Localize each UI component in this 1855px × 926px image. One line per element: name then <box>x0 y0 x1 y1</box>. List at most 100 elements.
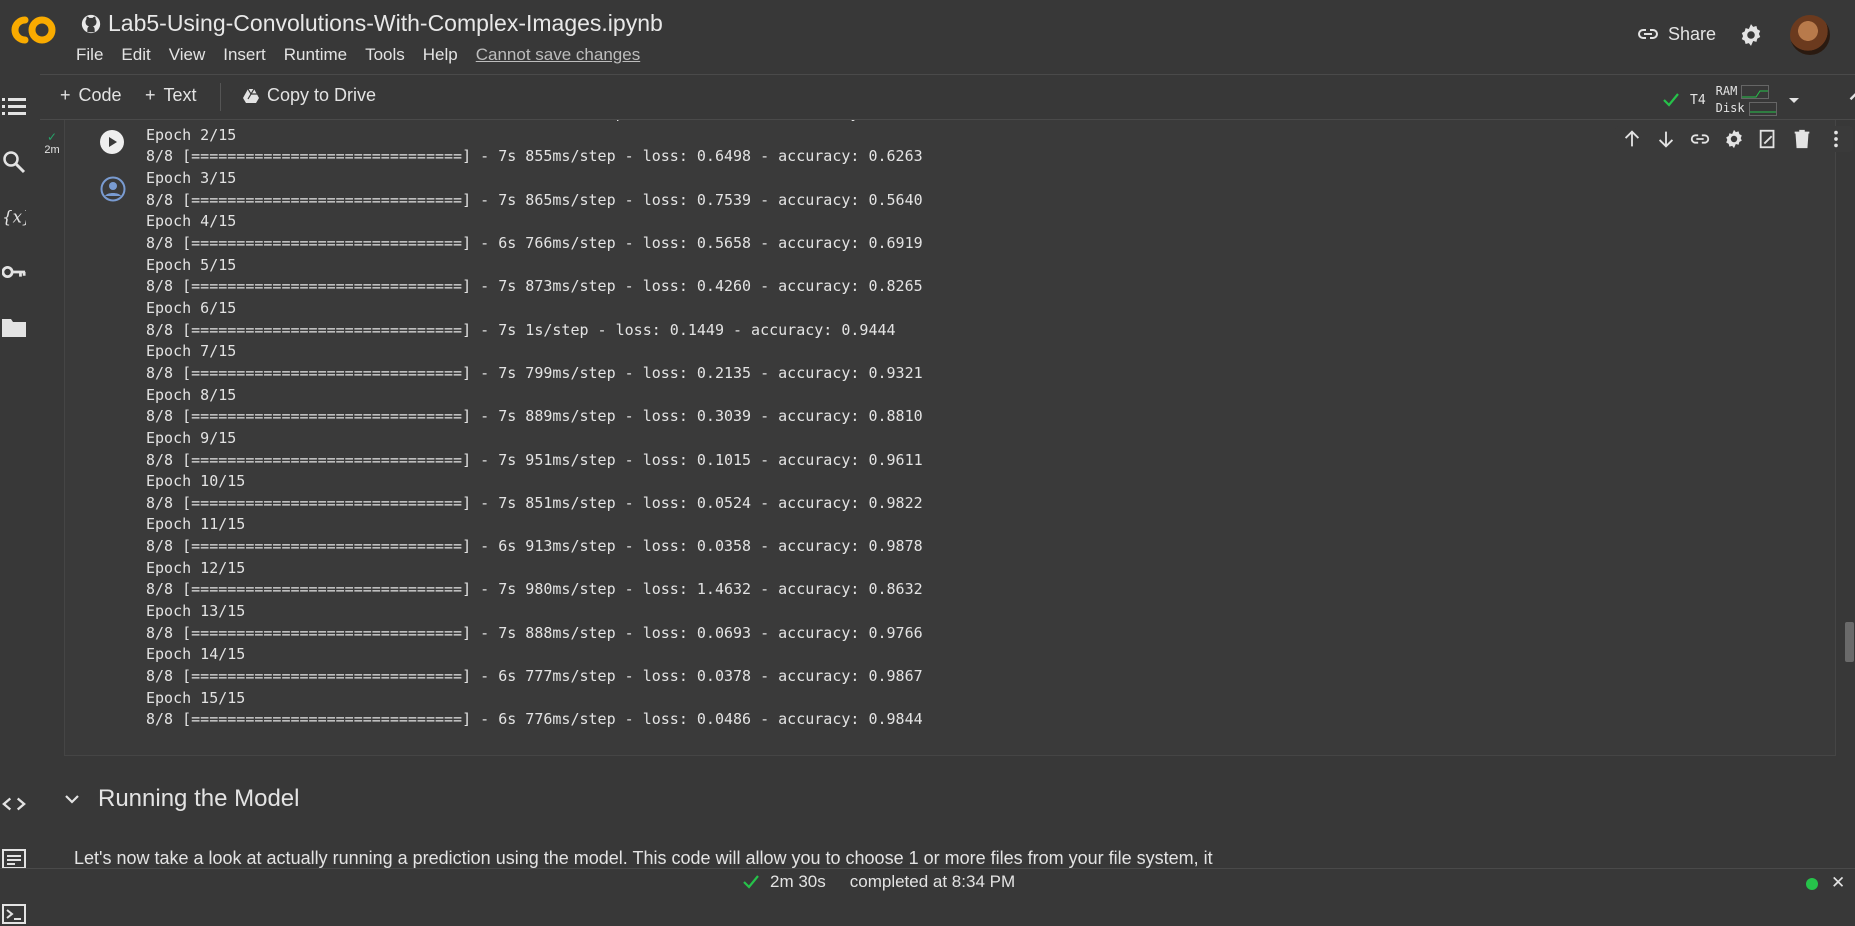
copy-to-drive-label: Copy to Drive <box>267 85 377 105</box>
output-line: Epoch 4/15 <box>146 212 237 231</box>
check-icon: ✓ <box>46 130 58 144</box>
output-line: Epoch 7/15 <box>146 342 237 361</box>
section-intro-text: Let's now take a look at actually runnin… <box>74 848 1213 868</box>
output-line: 8/8 [==============================] - 7… <box>146 623 923 642</box>
user-icon <box>100 176 126 202</box>
output-line: 8/8 [==============================] - 7… <box>146 320 896 339</box>
output-line: Epoch 13/15 <box>146 602 246 621</box>
key-icon[interactable] <box>2 260 26 284</box>
plus-icon: + <box>60 85 71 105</box>
run-cell-button[interactable] <box>100 130 124 154</box>
settings-gear-icon[interactable] <box>1738 22 1764 48</box>
scrollbar-thumb[interactable] <box>1845 622 1854 662</box>
output-line: 8/8 [==============================] - 7… <box>146 190 923 209</box>
output-line: 8/8 [==============================] - 2… <box>146 120 932 125</box>
status-bar: 2m 30s completed at 8:34 PM ✕ <box>0 868 1855 895</box>
more-vert-icon[interactable] <box>1825 128 1847 150</box>
add-code-label: Code <box>78 85 122 105</box>
github-icon <box>80 13 102 35</box>
notebook-title[interactable]: Lab5-Using-Convolutions-With-Complex-Ima… <box>80 10 663 37</box>
output-line: 8/8 [==============================] - 7… <box>146 277 923 296</box>
ram-meter <box>1741 84 1770 99</box>
drive-icon <box>243 88 259 103</box>
execution-status: ✓ 2m <box>40 130 64 156</box>
close-icon[interactable]: ✕ <box>1831 873 1845 893</box>
execution-summary[interactable]: 2m 30s completed at 8:34 PM <box>742 872 1015 892</box>
menu-help[interactable]: Help <box>423 45 458 65</box>
output-line: Epoch 3/15 <box>146 168 237 187</box>
copy-to-drive-button[interactable]: Copy to Drive <box>243 85 376 106</box>
menu-runtime[interactable]: Runtime <box>284 45 347 65</box>
output-line: 8/8 [==============================] - 7… <box>146 493 923 512</box>
output-line: 8/8 [==============================] - 7… <box>146 450 923 469</box>
chevron-up-icon[interactable] <box>1844 83 1855 109</box>
output-line: Epoch 5/15 <box>146 255 237 274</box>
check-icon <box>742 874 760 890</box>
plus-icon: + <box>145 85 156 105</box>
output-line: Epoch 9/15 <box>146 428 237 447</box>
output-line: Epoch 2/15 <box>146 125 237 144</box>
colab-logo[interactable] <box>6 12 60 48</box>
add-code-button[interactable]: + Code <box>60 85 122 106</box>
toolbar-divider <box>220 83 221 111</box>
cell-toolbar <box>1615 126 1853 152</box>
section-header[interactable]: Running the Model <box>64 785 299 813</box>
chevron-down-icon[interactable] <box>64 793 80 805</box>
cell-output: 8/8 [==============================] - 2… <box>146 120 932 731</box>
link-icon[interactable] <box>1689 128 1711 150</box>
runtime-status[interactable]: T4 RAM Disk <box>1662 83 1801 117</box>
variables-icon[interactable]: {x} <box>2 205 26 229</box>
output-line: 8/8 [==============================] - 7… <box>146 580 923 599</box>
toc-icon[interactable] <box>2 95 26 119</box>
connection-status-dot <box>1806 878 1818 890</box>
runtime-type: T4 <box>1690 92 1706 108</box>
link-icon <box>1636 22 1660 46</box>
disk-label: Disk <box>1715 101 1745 115</box>
notebook-title-text: Lab5-Using-Convolutions-With-Complex-Ima… <box>108 10 663 36</box>
left-sidebar: {x} <box>0 74 28 924</box>
menu-tools[interactable]: Tools <box>365 45 405 65</box>
output-line: 8/8 [==============================] - 7… <box>146 363 923 382</box>
menu-insert[interactable]: Insert <box>223 45 266 65</box>
gear-icon[interactable] <box>1723 128 1745 150</box>
completed-time: completed at 8:34 PM <box>849 872 1016 891</box>
output-line: 8/8 [==============================] - 7… <box>146 147 923 166</box>
menu-view[interactable]: View <box>169 45 206 65</box>
menu-file[interactable]: File <box>76 45 103 65</box>
output-line: Epoch 15/15 <box>146 688 246 707</box>
output-line: 8/8 [==============================] - 7… <box>146 407 923 426</box>
output-line: 8/8 [==============================] - 6… <box>146 667 923 686</box>
output-line: Epoch 6/15 <box>146 298 237 317</box>
search-icon[interactable] <box>2 150 26 174</box>
output-line: Epoch 10/15 <box>146 472 246 491</box>
resource-meters: RAM Disk <box>1716 83 1777 117</box>
delete-icon[interactable] <box>1791 128 1813 150</box>
arrow-down-icon[interactable] <box>1655 128 1677 150</box>
play-icon <box>109 137 117 147</box>
chevron-down-icon[interactable] <box>1787 95 1801 105</box>
disk-meter <box>1748 101 1777 116</box>
share-label: Share <box>1668 23 1717 44</box>
save-status-link[interactable]: Cannot save changes <box>476 45 640 65</box>
code-snippets-icon[interactable] <box>2 792 26 816</box>
output-line: Epoch 11/15 <box>146 515 246 534</box>
terminal-icon[interactable] <box>2 902 26 926</box>
notebook-area: ✓ 2m 8/8 [==============================… <box>40 120 1855 868</box>
add-text-label: Text <box>163 85 197 105</box>
folder-icon[interactable] <box>2 315 26 339</box>
execution-time: 2m <box>44 144 60 156</box>
notebook-toolbar: + Code + Text Copy to Drive T4 RAM Disk <box>40 74 1855 120</box>
share-button[interactable]: Share <box>1636 22 1716 46</box>
add-text-button[interactable]: + Text <box>145 85 197 106</box>
menu-bar: File Edit View Insert Runtime Tools Help… <box>76 45 640 65</box>
check-icon <box>1662 92 1680 108</box>
avatar[interactable] <box>1790 15 1830 55</box>
svg-text:{x}: {x} <box>2 208 26 227</box>
code-cell[interactable]: 8/8 [==============================] - 2… <box>64 120 1853 756</box>
ram-label: RAM <box>1715 84 1738 98</box>
menu-edit[interactable]: Edit <box>121 45 150 65</box>
output-line: 8/8 [==============================] - 6… <box>146 537 923 556</box>
arrow-up-icon[interactable] <box>1621 128 1643 150</box>
execution-duration: 2m 30s <box>770 872 826 891</box>
mirror-icon[interactable] <box>1757 128 1779 150</box>
